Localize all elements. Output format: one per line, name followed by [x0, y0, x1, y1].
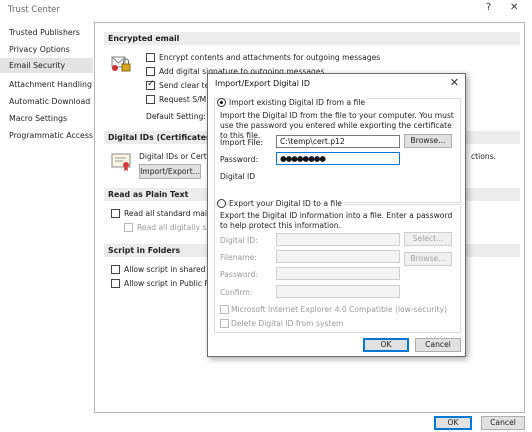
- filename-label: Filename:: [220, 253, 257, 262]
- sidebar-item-email-security[interactable]: Email Security: [0, 58, 93, 73]
- dialog-close-icon[interactable]: ✕: [450, 76, 459, 89]
- lock-envelope-icon: [110, 53, 132, 73]
- export-radio[interactable]: [217, 199, 226, 208]
- ie4-compatible-checkbox[interactable]: [220, 305, 229, 314]
- delete-digital-id-checkbox[interactable]: [220, 319, 229, 328]
- import-export-button[interactable]: Import/Export...: [139, 164, 201, 179]
- delete-digital-id-label: Delete Digital ID from system: [231, 319, 344, 328]
- allow-script-public-checkbox[interactable]: [111, 279, 120, 288]
- section-encrypted-email: Encrypted email: [104, 32, 520, 45]
- default-setting-label: Default Setting:: [146, 112, 206, 121]
- import-file-label: Import File:: [220, 138, 263, 147]
- help-icon[interactable]: ?: [486, 2, 491, 13]
- close-icon[interactable]: ✕: [510, 2, 518, 13]
- export-password-label: Password:: [220, 270, 259, 279]
- read-signed-plain-label: Read all digitally sign: [137, 223, 219, 232]
- add-signature-checkbox[interactable]: [146, 67, 155, 76]
- export-description: Export the Digital ID information into a…: [220, 211, 453, 230]
- import-export-dialog: Import/Export Digital ID ✕ Import existi…: [207, 73, 466, 357]
- import-radio-label: Import existing Digital ID from a file: [229, 98, 368, 107]
- sidebar-item-programmatic-access[interactable]: Programmatic Access: [9, 131, 93, 140]
- sidebar-item-attachment-handling[interactable]: Attachment Handling: [9, 80, 92, 89]
- password-input[interactable]: ●●●●●●●●: [276, 152, 400, 165]
- export-digital-id-label: Digital ID:: [220, 236, 258, 245]
- export-browse-button[interactable]: Browse...: [404, 252, 452, 266]
- confirm-label: Confirm:: [220, 288, 253, 297]
- allow-script-shared-checkbox[interactable]: [111, 265, 120, 274]
- export-password-input[interactable]: [276, 267, 400, 280]
- filename-input[interactable]: [276, 250, 400, 263]
- allow-script-shared-label: Allow script in shared fol: [124, 265, 218, 274]
- digital-ids-description-tail: ctions.: [471, 152, 497, 161]
- read-all-plain-checkbox[interactable]: [111, 209, 120, 218]
- ok-button[interactable]: OK: [434, 416, 472, 430]
- import-file-input[interactable]: C:\temp\cert.p12: [276, 135, 400, 148]
- confirm-input[interactable]: [276, 285, 400, 298]
- request-smime-checkbox[interactable]: [146, 95, 155, 104]
- sidebar-item-automatic-download[interactable]: Automatic Download: [9, 97, 90, 106]
- ie4-compatible-label: Microsoft Internet Explorer 4.0 Compatib…: [231, 305, 447, 314]
- select-button[interactable]: Select...: [404, 232, 452, 246]
- send-clear-text-checkbox[interactable]: [146, 79, 155, 90]
- allow-script-public-label: Allow script in Public Fol: [124, 279, 216, 288]
- password-label: Password:: [220, 155, 259, 164]
- window-title: Trust Center: [8, 5, 60, 15]
- read-all-plain-label: Read all standard mail in: [124, 209, 219, 218]
- import-browse-button[interactable]: Browse...: [404, 134, 452, 148]
- dialog-ok-button[interactable]: OK: [363, 338, 409, 352]
- digital-id-label: Digital ID: [220, 172, 256, 181]
- digital-ids-description: Digital IDs or Certif: [139, 152, 212, 161]
- read-signed-plain-checkbox[interactable]: [124, 223, 133, 232]
- export-digital-id-input[interactable]: [276, 233, 400, 246]
- encrypt-contents-checkbox[interactable]: [146, 53, 155, 62]
- sidebar-item-macro-settings[interactable]: Macro Settings: [9, 114, 67, 123]
- dialog-cancel-button[interactable]: Cancel: [415, 338, 461, 352]
- certificate-icon: [111, 152, 133, 172]
- sidebar: Trusted Publishers Privacy Options Email…: [0, 22, 94, 414]
- cancel-button[interactable]: Cancel: [481, 416, 525, 430]
- sidebar-item-privacy-options[interactable]: Privacy Options: [9, 45, 70, 54]
- encrypt-contents-label: Encrypt contents and attachments for out…: [159, 53, 381, 62]
- export-radio-label: Export your Digital ID to a file: [229, 199, 344, 208]
- dialog-title: Import/Export Digital ID: [215, 79, 310, 88]
- sidebar-item-trusted-publishers[interactable]: Trusted Publishers: [9, 28, 80, 37]
- import-radio[interactable]: [217, 98, 226, 107]
